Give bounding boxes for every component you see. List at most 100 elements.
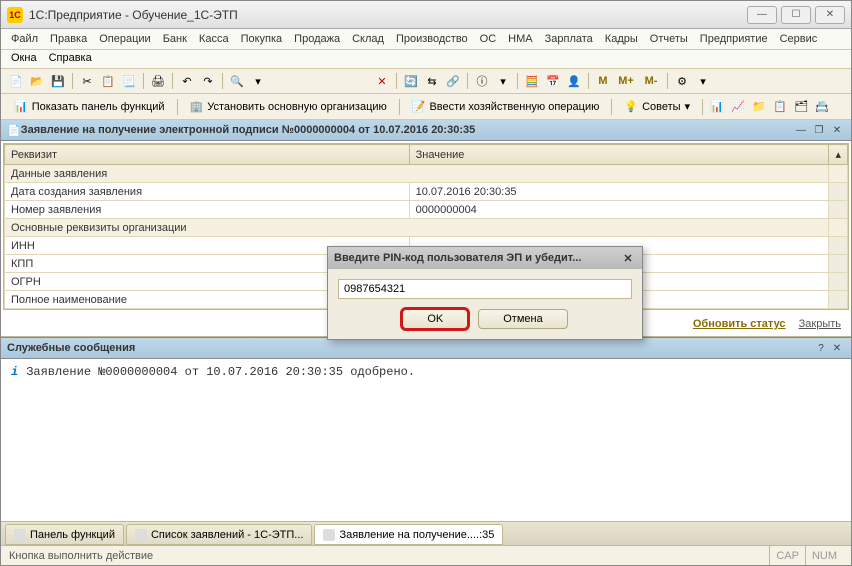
- show-panel-button[interactable]: 📊 Показать панель функций: [7, 97, 172, 116]
- tab-application-list[interactable]: Список заявлений - 1С-ЭТП...: [126, 524, 312, 545]
- messages-close-button[interactable]: ✕: [829, 341, 845, 355]
- calc-icon[interactable]: 🧮: [523, 72, 541, 90]
- save-icon[interactable]: 💾: [49, 72, 67, 90]
- org-icon: 🏢: [190, 100, 204, 113]
- tool-icon-6[interactable]: 📇: [813, 98, 831, 116]
- menu-production[interactable]: Производство: [396, 33, 468, 45]
- scroll-up-icon[interactable]: ▴: [829, 145, 848, 165]
- close-link[interactable]: Закрыть: [799, 318, 841, 330]
- tab-icon: [323, 529, 335, 541]
- info-icon[interactable]: ⓘ: [473, 72, 491, 90]
- tool-icon-5[interactable]: 🗂: [792, 98, 810, 116]
- tool-icon-2[interactable]: 📈: [729, 98, 747, 116]
- message-text: Заявление №0000000004 от 10.07.2016 20:3…: [26, 365, 415, 379]
- memory-m-minus[interactable]: M-: [640, 72, 662, 90]
- menu-file[interactable]: Файл: [11, 33, 38, 45]
- memory-m[interactable]: M: [594, 72, 612, 90]
- gear-icon[interactable]: ⚙: [673, 72, 691, 90]
- info-icon: i: [11, 365, 18, 379]
- col-requisite[interactable]: Реквизит: [5, 145, 410, 165]
- calendar-icon[interactable]: 📅: [544, 72, 562, 90]
- doc-close-button[interactable]: ✕: [829, 123, 845, 137]
- scroll-track[interactable]: [829, 291, 848, 309]
- dropdown2-icon[interactable]: ▾: [494, 72, 512, 90]
- ok-button[interactable]: OK: [402, 309, 468, 329]
- set-org-label: Установить основную организацию: [207, 101, 387, 113]
- tab-panel-functions[interactable]: Панель функций: [5, 524, 124, 545]
- link-icon[interactable]: 🔗: [444, 72, 462, 90]
- messages-header: Служебные сообщения ? ✕: [1, 337, 851, 359]
- scroll-track[interactable]: [829, 219, 848, 237]
- scroll-track[interactable]: [829, 237, 848, 255]
- tips-label: Советы: [642, 101, 680, 113]
- menu-operations[interactable]: Операции: [99, 33, 150, 45]
- scroll-track[interactable]: [829, 201, 848, 219]
- update-status-link[interactable]: Обновить статус: [693, 318, 786, 330]
- dropdown3-icon[interactable]: ▾: [694, 72, 712, 90]
- menu-enterprise[interactable]: Предприятие: [700, 33, 768, 45]
- enter-op-button[interactable]: 📝 Ввести хозяйственную операцию: [405, 97, 607, 116]
- pin-input[interactable]: [338, 279, 632, 299]
- doc-restore-button[interactable]: ❐: [811, 123, 827, 137]
- menu-cash[interactable]: Касса: [199, 33, 229, 45]
- table-row[interactable]: Номер заявления0000000004: [5, 201, 848, 219]
- scroll-track[interactable]: [829, 165, 848, 183]
- undo-icon[interactable]: ↶: [178, 72, 196, 90]
- doc-minimize-button[interactable]: —: [793, 123, 809, 137]
- menu-salary[interactable]: Зарплата: [545, 33, 593, 45]
- scroll-track[interactable]: [829, 255, 848, 273]
- op-icon: 📝: [412, 100, 426, 113]
- cancel-button[interactable]: Отмена: [478, 309, 567, 329]
- tab-label: Список заявлений - 1С-ЭТП...: [151, 529, 303, 541]
- close-button[interactable]: ✕: [815, 6, 845, 24]
- dialog-title: Введите PIN-код пользователя ЭП и убедит…: [334, 252, 620, 264]
- menu-help[interactable]: Справка: [49, 52, 92, 64]
- app-icon: 1C: [7, 7, 23, 23]
- menu-hr[interactable]: Кадры: [605, 33, 638, 45]
- menu-edit[interactable]: Правка: [50, 33, 87, 45]
- menu-os[interactable]: ОС: [480, 33, 497, 45]
- dialog-close-button[interactable]: ✕: [620, 251, 636, 265]
- col-value[interactable]: Значение: [409, 145, 829, 165]
- menu-warehouse[interactable]: Склад: [352, 33, 384, 45]
- maximize-button[interactable]: ☐: [781, 6, 811, 24]
- cut-icon[interactable]: ✂: [78, 72, 96, 90]
- menu-nma[interactable]: НМА: [508, 33, 532, 45]
- table-row[interactable]: Основные реквизиты организации: [5, 219, 848, 237]
- cell-value: 10.07.2016 20:30:35: [409, 183, 829, 201]
- clear-icon[interactable]: ✕: [373, 72, 391, 90]
- table-row[interactable]: Данные заявления: [5, 165, 848, 183]
- menu-bank[interactable]: Банк: [163, 33, 187, 45]
- menu-reports[interactable]: Отчеты: [650, 33, 688, 45]
- paste-icon[interactable]: 📃: [120, 72, 138, 90]
- set-org-button[interactable]: 🏢 Установить основную организацию: [183, 97, 394, 116]
- memory-m-plus[interactable]: M+: [615, 72, 637, 90]
- open-icon[interactable]: 📂: [28, 72, 46, 90]
- table-row[interactable]: Дата создания заявления10.07.2016 20:30:…: [5, 183, 848, 201]
- messages-help-button[interactable]: ?: [813, 341, 829, 355]
- main-menu-row2: Окна Справка: [1, 50, 851, 69]
- menu-windows[interactable]: Окна: [11, 52, 37, 64]
- document-title: Заявление на получение электронной подпи…: [21, 124, 793, 136]
- menu-purchase[interactable]: Покупка: [241, 33, 283, 45]
- refresh-icon[interactable]: 🔄: [402, 72, 420, 90]
- scroll-track[interactable]: [829, 273, 848, 291]
- print-icon[interactable]: 🖨: [149, 72, 167, 90]
- copy-icon[interactable]: 📋: [99, 72, 117, 90]
- search-icon[interactable]: 🔍: [228, 72, 246, 90]
- tool-icon-3[interactable]: 📁: [750, 98, 768, 116]
- tips-button[interactable]: 💡 Советы ▾: [617, 97, 697, 116]
- panel-icon: 📊: [14, 100, 28, 113]
- person-icon[interactable]: 👤: [565, 72, 583, 90]
- minimize-button[interactable]: —: [747, 6, 777, 24]
- menu-sale[interactable]: Продажа: [294, 33, 340, 45]
- new-icon[interactable]: 📄: [7, 72, 25, 90]
- tool-icon-4[interactable]: 📋: [771, 98, 789, 116]
- menu-service[interactable]: Сервис: [780, 33, 818, 45]
- nav-icon[interactable]: ⇆: [423, 72, 441, 90]
- tab-application[interactable]: Заявление на получение....:35: [314, 524, 503, 545]
- tool-icon-1[interactable]: 📊: [708, 98, 726, 116]
- dropdown-icon[interactable]: ▾: [249, 72, 267, 90]
- redo-icon[interactable]: ↷: [199, 72, 217, 90]
- scroll-track[interactable]: [829, 183, 848, 201]
